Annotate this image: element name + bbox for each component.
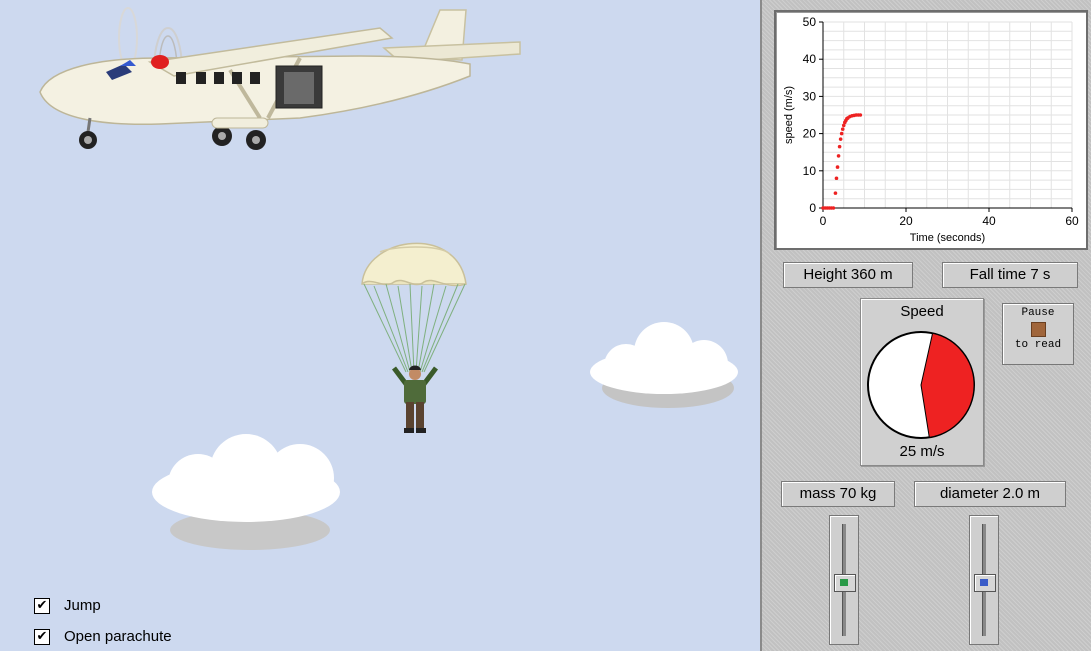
y-tick-label: 0 — [809, 201, 816, 215]
data-point — [835, 165, 840, 169]
y-tick-label: 50 — [803, 15, 817, 29]
x-tick-label: 0 — [820, 214, 827, 228]
data-point — [834, 176, 839, 181]
speedometer-title: Speed — [900, 303, 944, 320]
data-point — [840, 127, 845, 131]
to-read-label: to read — [1014, 339, 1062, 351]
height-readout: Height 360 m — [783, 262, 913, 288]
fall-time-readout: Fall time 7 s — [942, 262, 1078, 288]
jump-label: Jump — [64, 597, 101, 614]
x-tick-label: 60 — [1065, 214, 1079, 228]
data-point — [833, 191, 838, 195]
x-tick-label: 20 — [899, 214, 913, 228]
chart-svg: 0 10 20 30 40 50 0 20 40 60 Time (seconds) speed (m… — [783, 15, 1079, 244]
pause-to-read-button[interactable]: Pause to read — [1002, 303, 1074, 365]
open-parachute-label: Open parachute — [64, 628, 172, 645]
x-tick-label: 40 — [982, 214, 996, 228]
airplane — [39, 7, 521, 150]
parachute — [361, 242, 467, 373]
simulation-window: ✔ Jump ✔ Open parachute 0 10 20 30 40 50 0 20 40… — [0, 0, 1091, 651]
data-point — [838, 137, 843, 141]
speed-wedge — [920, 332, 975, 438]
cloud-left — [152, 434, 340, 550]
open-parachute-checkbox[interactable]: ✔ — [34, 629, 50, 645]
diameter-slider[interactable] — [969, 515, 999, 645]
mass-slider[interactable] — [829, 515, 859, 645]
speedometer-panel: Speed 25 m/s — [860, 298, 984, 466]
diameter-slider-thumb[interactable] — [974, 574, 996, 592]
diameter-readout: diameter 2.0 m — [914, 481, 1066, 507]
data-point — [839, 131, 844, 136]
skydiver — [392, 365, 438, 433]
cloud-right — [590, 322, 738, 408]
y-tick-label: 30 — [803, 89, 817, 103]
y-axis-label: speed (m/s) — [783, 86, 795, 144]
mass-slider-thumb[interactable] — [834, 574, 856, 592]
pause-icon — [1030, 322, 1046, 337]
x-axis-label: Time (seconds) — [910, 232, 985, 244]
data-point — [836, 154, 841, 158]
speedometer-dial — [867, 331, 975, 439]
y-tick-label: 10 — [803, 164, 817, 178]
y-tick-label: 20 — [803, 127, 817, 141]
sky-scene: ✔ Jump ✔ Open parachute — [0, 0, 760, 651]
data-point — [837, 144, 842, 149]
data-point — [858, 113, 863, 117]
mass-readout: mass 70 kg — [781, 481, 895, 507]
pause-label: Pause — [1021, 307, 1055, 319]
speed-value: 25 m/s — [899, 443, 945, 460]
data-point — [831, 206, 836, 210]
scene-drawing — [39, 7, 738, 550]
y-tick-label: 40 — [803, 52, 817, 66]
speed-time-chart: 0 10 20 30 40 50 0 20 40 60 Time (seconds) speed (m… — [774, 10, 1088, 250]
jump-checkbox[interactable]: ✔ — [34, 598, 50, 614]
